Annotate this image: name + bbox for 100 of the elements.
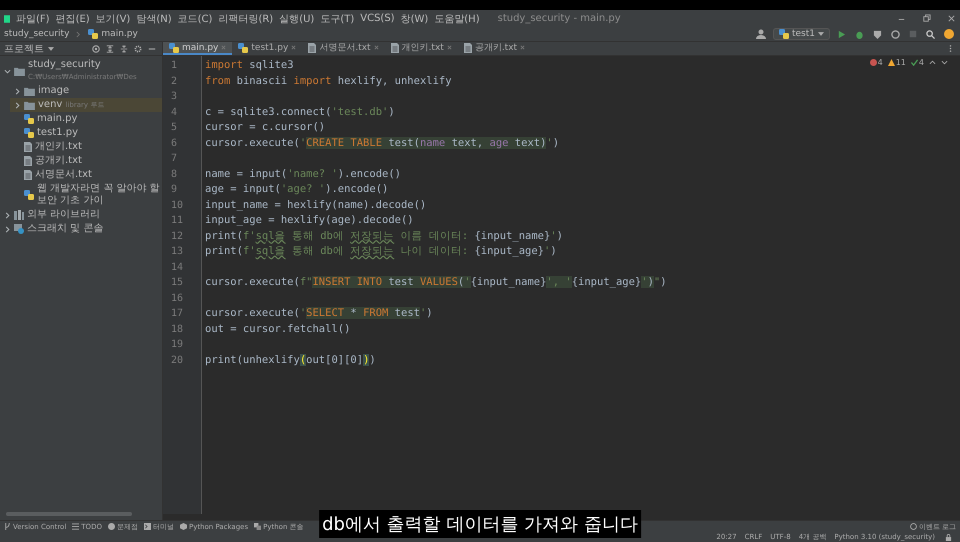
editor-tab[interactable]: 개인키.txt xyxy=(384,42,458,55)
app-logo-icon xyxy=(4,14,10,24)
tree-item[interactable]: 공개키.txt xyxy=(10,154,162,168)
menu-item[interactable]: 탐색(N) xyxy=(136,12,172,26)
lock-icon[interactable] xyxy=(945,534,952,540)
line-number: 13 xyxy=(170,245,184,259)
branch-icon xyxy=(4,523,11,530)
user-icon[interactable] xyxy=(756,29,766,39)
list-icon xyxy=(72,523,80,530)
check-icon xyxy=(910,59,918,66)
search-icon[interactable] xyxy=(926,30,935,38)
text-file-icon xyxy=(24,170,32,180)
code-line: cursor.execute(f"INSERT INTO test VALUES('{input_name}', '{input_age}')") xyxy=(205,276,667,288)
update-icon[interactable] xyxy=(944,29,954,39)
code-line: print(f'sql을 통해 db에 저장되는 이름 데이터: {input_name}') xyxy=(205,230,563,242)
menu-item[interactable]: 도구(T) xyxy=(320,12,354,26)
editor-tab[interactable]: 공개키.txt xyxy=(458,42,532,55)
error-icon xyxy=(870,59,877,66)
chevron-right-icon[interactable] xyxy=(14,102,21,108)
breadcrumb-item[interactable]: main.py xyxy=(88,29,138,39)
caret-down-icon xyxy=(48,46,54,50)
warning-count: 11 xyxy=(896,58,906,67)
code-line: c = sqlite3.connect('test.db') xyxy=(205,106,395,118)
tree-label: study_security xyxy=(28,59,101,70)
folder-icon xyxy=(14,66,25,76)
editor-tab[interactable]: 서명문서.txt xyxy=(302,42,385,55)
package-icon xyxy=(180,523,187,530)
close-tab-icon[interactable] xyxy=(374,45,379,50)
line-number: 11 xyxy=(170,214,184,228)
more-options-icon[interactable] xyxy=(949,44,952,53)
line-number: 15 xyxy=(170,276,184,290)
tree-item[interactable]: 웹 개발자라면 꼭 알아야 할 보안 기초 가이 xyxy=(10,182,162,208)
scratch-icon xyxy=(14,224,24,234)
tree-item[interactable]: test1.py xyxy=(10,126,162,140)
code-line: cursor.execute('CREATE TABLE test(name text, age text)') xyxy=(205,136,560,148)
tree-item[interactable]: image xyxy=(10,84,162,98)
menu-item[interactable]: VCS(S) xyxy=(360,13,395,24)
line-number: 5 xyxy=(170,121,178,135)
menu-item[interactable]: 코드(C) xyxy=(178,12,212,26)
shield-icon[interactable] xyxy=(873,30,882,38)
close-tab-icon[interactable] xyxy=(291,45,296,50)
menu-item[interactable]: 파일(F) xyxy=(16,12,50,26)
chevron-right-icon[interactable] xyxy=(4,226,11,232)
code-line: cursor.execute('SELECT * FROM test') xyxy=(205,307,433,319)
tree-label: image xyxy=(38,85,70,96)
tree-label: venv xyxy=(38,99,62,110)
run-configuration-dropdown[interactable]: test1 xyxy=(772,28,830,40)
line-number: 10 xyxy=(170,198,184,212)
line-number: 20 xyxy=(170,354,184,368)
chevron-down-icon[interactable] xyxy=(941,60,948,65)
tree-item[interactable]: 개인키.txt xyxy=(10,140,162,154)
chevron-right-icon[interactable] xyxy=(14,88,21,94)
run-icon[interactable] xyxy=(837,30,846,38)
line-number: 4 xyxy=(170,106,178,120)
text-file-icon xyxy=(24,156,32,166)
library-icon xyxy=(14,210,24,220)
breadcrumb-item[interactable]: study_security xyxy=(4,29,70,39)
collapse-all-icon[interactable] xyxy=(120,44,128,52)
menu-item[interactable]: 보기(V) xyxy=(96,12,130,26)
folder-icon xyxy=(24,86,35,96)
close-tab-icon[interactable] xyxy=(446,45,452,50)
python-file-icon xyxy=(778,29,789,39)
project-view-selector[interactable]: 프로젝트 xyxy=(4,42,54,56)
line-number: 1 xyxy=(170,59,178,73)
python-file-icon xyxy=(24,114,34,124)
chevron-down-icon[interactable] xyxy=(4,68,11,74)
restore-icon[interactable] xyxy=(922,14,931,23)
target-icon[interactable] xyxy=(92,44,100,52)
menu-item[interactable]: 편집(E) xyxy=(56,12,90,26)
code-line: cursor = c.cursor() xyxy=(205,121,326,133)
line-number: 19 xyxy=(170,338,184,352)
tree-item[interactable]: 외부 라이브러리 xyxy=(0,208,162,222)
editor-tab[interactable]: test1.py xyxy=(232,42,302,55)
line-number: 9 xyxy=(170,183,178,197)
text-file-icon xyxy=(24,142,32,152)
tree-label: 개인키.txt xyxy=(35,141,82,152)
tree-item[interactable]: main.py xyxy=(10,112,162,126)
editor-tab[interactable]: main.py xyxy=(163,42,232,55)
chevron-right-icon[interactable] xyxy=(4,212,11,218)
line-number: 8 xyxy=(170,168,178,182)
chevron-up-icon[interactable] xyxy=(929,60,936,65)
python-file-icon xyxy=(24,128,34,138)
menu-item[interactable]: 도움말(H) xyxy=(434,12,480,26)
close-tab-icon[interactable] xyxy=(520,45,526,50)
menu-item[interactable]: 실행(U) xyxy=(279,12,314,26)
console-icon xyxy=(254,523,262,530)
settings-icon[interactable] xyxy=(134,44,142,52)
menu-item[interactable]: 리팩터링(R) xyxy=(218,12,274,26)
python-file-icon xyxy=(24,190,34,200)
tree-item[interactable]: 서명문서.txt xyxy=(10,168,162,182)
menu-item[interactable]: 창(W) xyxy=(400,12,428,26)
line-number: 16 xyxy=(170,292,184,306)
expand-all-icon[interactable] xyxy=(106,44,114,52)
tree-label: 웹 개발자라면 꼭 알아야 할 보안 기초 가이 xyxy=(37,183,160,206)
inspection-summary[interactable]: 4 11 4 xyxy=(870,58,948,67)
tree-item[interactable]: 스크래치 및 콘솔 xyxy=(0,222,162,236)
tree-label: 공개키.txt xyxy=(35,155,82,166)
code-line: age = input('age? ').encode() xyxy=(205,183,388,195)
folder-icon xyxy=(24,100,35,110)
close-icon[interactable] xyxy=(947,14,956,23)
